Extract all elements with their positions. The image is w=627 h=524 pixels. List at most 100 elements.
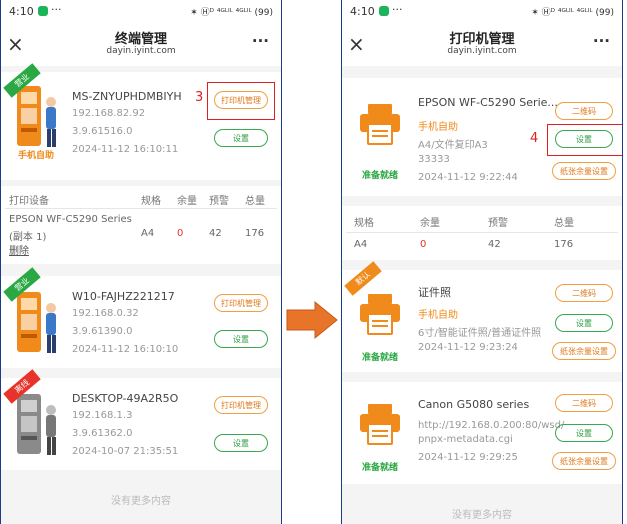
- printer-url-2: pnpx-metadata.cgi: [418, 434, 513, 445]
- green-app-icon: [38, 6, 48, 16]
- page-header: × 终端管理 dayin.iyint.com ···: [1, 22, 281, 66]
- terminal-card: 营业 W10-FAJHZ221217 192.168.0.32 3.9.6139…: [1, 267, 281, 368]
- page-title: 打印机管理: [449, 32, 515, 47]
- printer-card: 准备就绪 Canon G5080 series http://192.168.0…: [342, 382, 622, 484]
- settings-button[interactable]: 设置: [214, 330, 268, 348]
- spec-value: A4: [354, 239, 368, 250]
- column-header: 预警: [209, 196, 229, 207]
- status-dots: ···: [51, 3, 62, 16]
- page-header: × 打印机管理 dayin.iyint.com ···: [342, 22, 622, 66]
- annotation-number: 3: [195, 90, 204, 105]
- column-header: 余量: [177, 196, 197, 207]
- more-icon[interactable]: ···: [593, 32, 610, 50]
- terminal-ip: 192.168.82.92: [72, 108, 146, 119]
- no-more-content: 没有更多内容: [452, 510, 512, 521]
- printer-time: 2024-11-12 9:23:24: [418, 342, 518, 353]
- paper-setting-button[interactable]: 纸张余量设置: [552, 342, 616, 360]
- device-copy-label: (副本 1): [9, 232, 47, 243]
- printer-name: EPSON WF-C5290 Serie...: [418, 96, 558, 109]
- qrcode-button[interactable]: 二维码: [555, 102, 613, 120]
- status-dots: ···: [392, 3, 403, 16]
- device-table: 打印设备 规格 余量 预警 总量 EPSON WF-C5290 Series (…: [1, 186, 281, 264]
- column-header: 打印设备: [9, 196, 49, 207]
- more-icon[interactable]: ···: [252, 32, 269, 50]
- terminal-management-screen: 4:10 ··· ✶ Ⓗᴰ ⁴ᴳᴸᴵᴸ ⁴ᴳᴸᴵᴸ (99) × 终端管理 da…: [0, 0, 282, 524]
- ribbon-default: 默认: [344, 261, 382, 296]
- status-time: 4:10: [350, 5, 375, 18]
- terminal-time: 2024-11-12 16:10:10: [72, 344, 179, 355]
- terminal-ip: 192.168.1.3: [72, 410, 133, 421]
- annotation-number: 4: [530, 131, 539, 146]
- warn-value: 42: [488, 239, 501, 250]
- status-indicators: ✶ Ⓗᴰ ⁴ᴳᴸᴵᴸ ⁴ᴳᴸᴵᴸ (99): [190, 8, 273, 18]
- column-header: 规格: [141, 196, 161, 207]
- printer-url: http://192.168.0.200:80/wsd/: [418, 420, 565, 431]
- page-title: 终端管理: [114, 32, 167, 47]
- green-app-icon: [379, 6, 389, 16]
- spec-value: A4: [141, 228, 155, 239]
- column-header: 余量: [420, 218, 440, 229]
- terminal-version: 3.9.61516.0: [72, 126, 133, 137]
- terminal-time: 2024-10-07 21:35:51: [72, 446, 179, 457]
- total-value: 176: [554, 239, 574, 250]
- terminal-ip: 192.168.0.32: [72, 308, 139, 319]
- printer-card: 默认 准备就绪 证件照 手机自助 6寸/智能证件照/普通证件照 2024-11-…: [342, 261, 622, 372]
- column-header: 总量: [245, 196, 265, 207]
- printer-mode: 手机自助: [418, 122, 458, 133]
- printer-management-button[interactable]: 打印机管理: [214, 294, 268, 312]
- remain-value: 0: [420, 239, 427, 250]
- terminal-time: 2024-11-12 16:10:11: [72, 144, 179, 155]
- printer-card: 准备就绪 EPSON WF-C5290 Serie... 手机自助 A4/文件复…: [342, 78, 622, 196]
- page-subtitle: dayin.iyint.com: [447, 46, 517, 56]
- qrcode-button[interactable]: 二维码: [555, 284, 613, 302]
- printer-icon: [360, 294, 400, 335]
- printer-desc: A4/文件复印A3: [418, 140, 488, 151]
- divider: [346, 232, 618, 233]
- remain-value: 0: [177, 228, 184, 239]
- delete-link[interactable]: 删除: [9, 242, 29, 257]
- paper-setting-button[interactable]: 纸张余量设置: [552, 452, 616, 470]
- no-more-content: 没有更多内容: [111, 496, 171, 507]
- settings-button[interactable]: 设置: [555, 130, 613, 148]
- divider: [5, 208, 277, 209]
- settings-button[interactable]: 设置: [555, 424, 613, 442]
- arrow-right-icon: [286, 300, 338, 340]
- status-indicators: ✶ Ⓗᴰ ⁴ᴳᴸᴵᴸ ⁴ᴳᴸᴵᴸ (99): [531, 8, 614, 18]
- terminal-name: DESKTOP-49A2R5O: [72, 392, 179, 405]
- device-name: EPSON WF-C5290 Series: [9, 214, 132, 225]
- printer-icon: [360, 104, 400, 145]
- printer-desc-2: 33333: [418, 154, 450, 165]
- printer-management-button[interactable]: 打印机管理: [214, 91, 268, 109]
- status-bar: 4:10 ··· ✶ Ⓗᴰ ⁴ᴳᴸᴵᴸ ⁴ᴳᴸᴵᴸ (99): [1, 0, 281, 22]
- terminal-name: MS-ZNYUPHDMBIYH: [72, 90, 182, 103]
- printer-icon: [360, 404, 400, 445]
- terminal-card: 营业 手机自助 MS-ZNYUPHDMBIYH 192.168.82.92 3.…: [1, 63, 281, 180]
- printer-desc: 6寸/智能证件照/普通证件照: [418, 328, 542, 339]
- column-header: 总量: [554, 218, 574, 229]
- total-value: 176: [245, 228, 265, 239]
- status-bar: 4:10 ··· ✶ Ⓗᴰ ⁴ᴳᴸᴵᴸ ⁴ᴳᴸᴵᴸ (99): [342, 0, 622, 22]
- terminal-name: W10-FAJHZ221217: [72, 290, 175, 303]
- printer-management-button[interactable]: 打印机管理: [214, 396, 268, 414]
- printer-name: 证件照: [418, 286, 451, 299]
- terminal-mode: 手机自助: [17, 151, 54, 161]
- paper-table: 规格 余量 预警 总量 A4 0 42 176: [342, 206, 622, 260]
- status-time: 4:10: [9, 5, 34, 18]
- printer-time: 2024-11-12 9:22:44: [418, 172, 518, 183]
- paper-setting-button[interactable]: 纸张余量设置: [552, 162, 616, 180]
- settings-button[interactable]: 设置: [214, 434, 268, 452]
- qrcode-button[interactable]: 二维码: [555, 394, 613, 412]
- settings-button[interactable]: 设置: [214, 129, 268, 147]
- printer-time: 2024-11-12 9:29:25: [418, 452, 518, 463]
- printer-name: Canon G5080 series: [418, 398, 530, 411]
- terminal-card: 离线 DESKTOP-49A2R5O 192.168.1.3 3.9.61362…: [1, 369, 281, 470]
- settings-button[interactable]: 设置: [555, 314, 613, 332]
- warn-value: 42: [209, 228, 222, 239]
- column-header: 预警: [488, 218, 508, 229]
- printer-status: 准备就绪: [361, 171, 398, 181]
- printer-mode: 手机自助: [418, 310, 458, 321]
- column-header: 规格: [354, 218, 374, 229]
- page-subtitle: dayin.iyint.com: [106, 46, 176, 56]
- terminal-version: 3.9.61390.0: [72, 326, 133, 337]
- terminal-version: 3.9.61362.0: [72, 428, 133, 439]
